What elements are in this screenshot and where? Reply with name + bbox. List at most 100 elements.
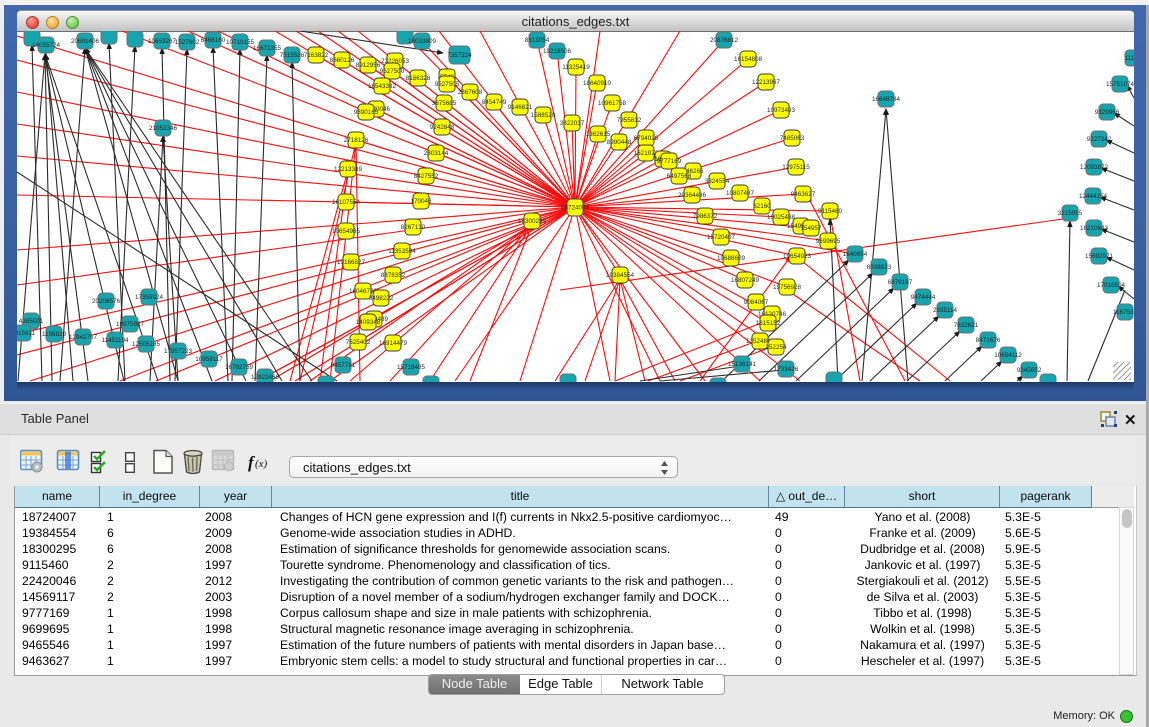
svg-text:12505185: 12505185 <box>132 341 161 348</box>
svg-text:18640910: 18640910 <box>583 80 612 87</box>
svg-text:10958117: 10958117 <box>195 356 223 363</box>
svg-text:1527602: 1527602 <box>175 39 200 46</box>
svg-text:8912956: 8912956 <box>356 62 381 69</box>
svg-text:154957: 154957 <box>800 225 822 232</box>
svg-text:11353594: 11353594 <box>388 248 416 255</box>
svg-text:9115460: 9115460 <box>818 208 843 215</box>
svg-text:10961758: 10961758 <box>598 100 627 107</box>
svg-text:11325419: 11325419 <box>562 64 590 71</box>
svg-text:10654985: 10654985 <box>332 228 361 235</box>
svg-text:9890165: 9890165 <box>354 109 379 116</box>
svg-text:10973493: 10973493 <box>767 107 796 114</box>
svg-text:12975115: 12975115 <box>782 164 810 171</box>
svg-text:8938923: 8938923 <box>867 264 892 271</box>
svg-text:16914479: 16914479 <box>379 340 408 347</box>
svg-text:8813054: 8813054 <box>525 37 550 44</box>
svg-text:10688609: 10688609 <box>717 255 746 262</box>
svg-text:62160: 62160 <box>753 203 771 210</box>
svg-text:10654112: 10654112 <box>994 352 1022 359</box>
svg-text:170046: 170046 <box>410 198 432 205</box>
svg-text:9329966: 9329966 <box>1095 109 1120 116</box>
svg-text:6466160: 6466160 <box>201 37 226 44</box>
svg-text:7163822: 7163822 <box>304 52 329 59</box>
svg-text:7625402: 7625402 <box>346 339 371 346</box>
svg-text:16671355: 16671355 <box>253 45 282 52</box>
svg-text:16807249: 16807249 <box>731 277 760 284</box>
svg-text:12923468: 12923468 <box>251 374 280 381</box>
svg-text:8990448: 8990448 <box>607 139 632 146</box>
svg-text:16648784: 16648784 <box>872 96 901 103</box>
svg-text:10719155: 10719155 <box>226 39 255 46</box>
svg-text:20691406: 20691406 <box>71 38 100 45</box>
svg-text:1167533: 1167533 <box>1113 309 1134 316</box>
svg-text:8427552: 8427552 <box>414 173 439 180</box>
svg-text:6879197: 6879197 <box>888 279 913 286</box>
svg-text:9457791: 9457791 <box>331 362 356 369</box>
svg-text:17957223: 17957223 <box>164 348 193 355</box>
svg-text:9242848: 9242848 <box>430 124 455 131</box>
svg-text:20364436: 20364436 <box>678 192 707 199</box>
svg-text:9084067: 9084067 <box>744 299 769 306</box>
svg-text:252254: 252254 <box>765 344 787 351</box>
svg-text:16543382: 16543382 <box>368 83 397 90</box>
svg-text:19218506: 19218506 <box>543 48 572 55</box>
svg-text:15716485: 15716485 <box>397 364 426 371</box>
svg-text:3498222: 3498222 <box>369 295 394 302</box>
svg-text:2803144: 2803144 <box>424 150 449 157</box>
svg-text:8660126: 8660126 <box>330 57 355 64</box>
svg-text:1588520: 1588520 <box>531 112 556 119</box>
svg-text:15751074: 15751074 <box>1106 81 1134 88</box>
svg-text:2867608: 2867608 <box>458 89 483 96</box>
svg-text:12444154: 12444154 <box>1079 193 1108 200</box>
svg-text:17016504: 17016504 <box>1097 282 1126 289</box>
svg-text:16782759: 16782759 <box>225 364 254 371</box>
svg-text:17359924: 17359924 <box>135 294 164 301</box>
svg-text:9463627: 9463627 <box>791 191 816 198</box>
svg-text:3215955: 3215955 <box>1058 210 1083 217</box>
svg-text:1409348: 1409348 <box>356 319 381 326</box>
svg-text:20876812: 20876812 <box>710 37 739 44</box>
svg-text:8454749: 8454749 <box>482 99 507 106</box>
svg-text:3915911: 3915911 <box>17 330 36 337</box>
svg-text:11451194: 11451194 <box>101 337 129 344</box>
svg-text:6794028: 6794028 <box>634 135 659 142</box>
svg-text:8471676: 8471676 <box>976 337 1001 344</box>
svg-text:7515526: 7515526 <box>280 52 305 59</box>
svg-text:19975867: 19975867 <box>116 321 145 328</box>
svg-text:10025438: 10025438 <box>767 214 796 221</box>
svg-text:7955812: 7955812 <box>617 117 642 124</box>
svg-text:9777169: 9777169 <box>657 158 682 165</box>
svg-text:7485063: 7485063 <box>780 135 805 142</box>
svg-text:9227342: 9227342 <box>1087 136 1112 143</box>
svg-text:2935114: 2935114 <box>933 307 958 314</box>
svg-text:9146821: 9146821 <box>508 104 533 111</box>
svg-text:6497568: 6497568 <box>667 173 692 180</box>
svg-text:19166827: 19166827 <box>337 259 366 266</box>
svg-text:9699695: 9699695 <box>816 238 841 245</box>
svg-text:10653267: 10653267 <box>148 38 177 45</box>
svg-text:12213389: 12213389 <box>334 166 363 173</box>
svg-text:16210643: 16210643 <box>1080 225 1109 232</box>
svg-text:9527505: 9527505 <box>435 81 460 88</box>
svg-text:1362615: 1362615 <box>586 131 611 138</box>
svg-text:7357224: 7357224 <box>447 52 472 59</box>
svg-text:9245652: 9245652 <box>1017 367 1042 374</box>
svg-text:12213967: 12213967 <box>752 79 781 86</box>
svg-text:1615152: 1615152 <box>756 320 781 327</box>
svg-text:19756928: 19756928 <box>773 284 802 291</box>
svg-text:8186328: 8186328 <box>406 75 431 82</box>
svg-text:4385001: 4385001 <box>19 318 44 325</box>
svg-text:18724007: 18724007 <box>561 205 590 212</box>
svg-text:(x): (x) <box>255 458 268 470</box>
svg-text:7986372: 7986372 <box>693 213 718 220</box>
svg-text:2718126: 2718126 <box>344 137 369 144</box>
svg-text:14055724: 14055724 <box>32 42 61 49</box>
svg-text:8878352: 8878352 <box>381 272 406 279</box>
svg-text:9474444: 9474444 <box>911 294 936 301</box>
svg-text:19384554: 19384554 <box>606 272 635 279</box>
svg-text:15136141: 15136141 <box>728 361 757 368</box>
svg-text:3675685: 3675685 <box>432 100 457 107</box>
svg-text:12093872: 12093872 <box>1080 164 1109 171</box>
svg-text:1640954: 1640954 <box>843 251 868 258</box>
svg-text:3824554: 3824554 <box>705 178 730 185</box>
